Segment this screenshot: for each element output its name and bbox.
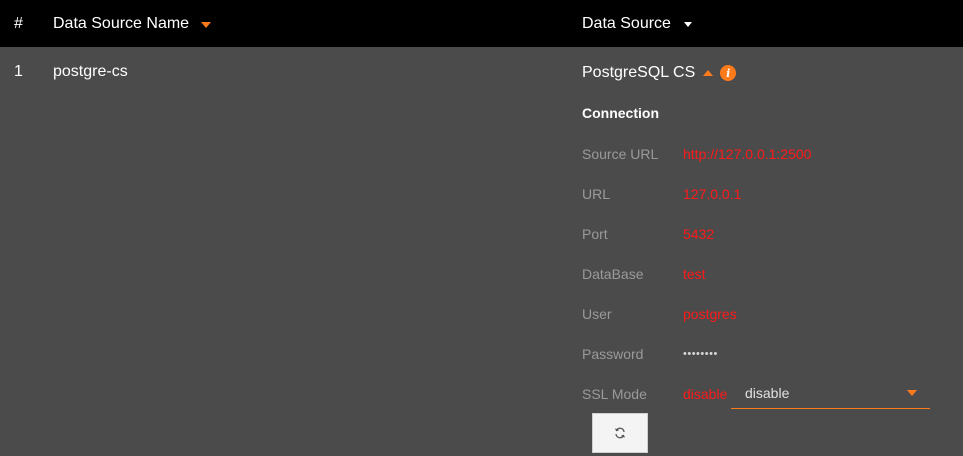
refresh-button[interactable]: [592, 413, 648, 453]
row-index: 1: [14, 63, 23, 80]
password-label: Password: [582, 346, 644, 362]
chevron-up-icon[interactable]: [703, 70, 714, 76]
index-column-header: #: [14, 15, 23, 32]
database-label: DataBase: [582, 266, 644, 282]
name-column-header[interactable]: Data Source Name: [53, 0, 212, 47]
ssl-mode-selected-option: disable: [745, 384, 790, 401]
url-value[interactable]: 127.0.0.1: [683, 186, 741, 202]
source-column-header[interactable]: Data Source: [582, 0, 692, 47]
port-label: Port: [582, 226, 608, 242]
refresh-icon: [615, 427, 625, 439]
data-source-title: PostgreSQL CS: [582, 64, 696, 81]
database-value[interactable]: test: [683, 266, 706, 282]
name-column-label: Data Source Name: [53, 15, 190, 32]
ssl-mode-value: disable: [683, 386, 728, 402]
table-header: # Data Source Name Data Source: [0, 0, 963, 47]
data-source-name: postgre-cs: [53, 63, 128, 80]
port-value[interactable]: 5432: [683, 226, 714, 242]
source-url-label: Source URL: [582, 146, 659, 162]
source-column-label: Data Source: [582, 15, 671, 32]
data-source-toggle[interactable]: PostgreSQL CS i: [582, 64, 737, 82]
data-source-table: # Data Source Name Data Source 1 postgre…: [0, 0, 963, 456]
chevron-down-icon[interactable]: [907, 389, 917, 396]
ssl-mode-label: SSL Mode: [582, 386, 647, 402]
info-icon[interactable]: i: [720, 65, 737, 81]
password-value[interactable]: ••••••••: [683, 348, 718, 360]
sort-chevron-down-icon[interactable]: [201, 21, 212, 28]
source-url-value[interactable]: http://127.0.0.1:2500: [683, 146, 811, 162]
chevron-down-icon[interactable]: [683, 22, 692, 27]
url-label: URL: [582, 186, 611, 202]
user-value[interactable]: postgres: [683, 306, 737, 322]
ssl-mode-select[interactable]: disable: [731, 377, 930, 409]
user-label: User: [582, 306, 612, 322]
info-icon-glyph: i: [726, 66, 731, 80]
connection-heading: Connection: [582, 105, 659, 121]
